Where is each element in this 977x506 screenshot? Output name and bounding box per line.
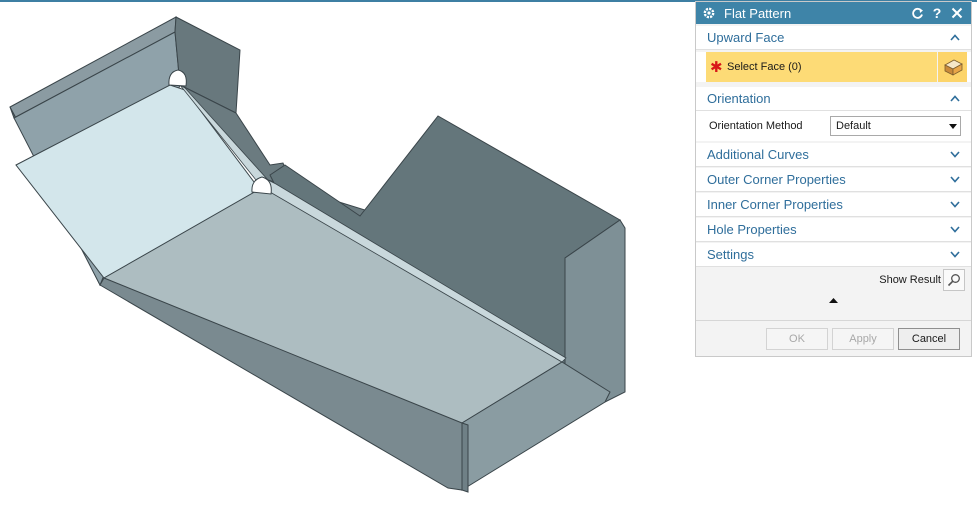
group-orientation-body: Orientation Method Default <box>696 111 971 141</box>
close-icon[interactable] <box>949 5 965 21</box>
graphics-viewport[interactable] <box>0 0 690 506</box>
triangle-up-icon <box>829 297 838 303</box>
group-additional-curves-header[interactable]: Additional Curves <box>696 143 971 167</box>
orientation-method-select[interactable]: Default <box>830 116 961 136</box>
select-face-label: Select Face (0) <box>727 61 802 73</box>
apply-button[interactable]: Apply <box>832 327 894 350</box>
sheet-metal-part-model[interactable] <box>0 0 690 506</box>
select-face-selector[interactable]: ✱ Select Face (0) <box>706 52 967 82</box>
orientation-method-label: Orientation Method <box>709 120 803 132</box>
group-upward-face-label: Upward Face <box>707 30 785 45</box>
group-inner-corner-properties-header[interactable]: Inner Corner Properties <box>696 193 971 217</box>
chevron-down-icon[interactable] <box>949 175 961 185</box>
reset-icon[interactable] <box>909 5 925 21</box>
face-select-icon[interactable] <box>937 52 967 82</box>
chevron-down-icon[interactable] <box>949 250 961 260</box>
dialog-collapse-toggle[interactable] <box>696 293 971 307</box>
group-outer-corner-properties-header[interactable]: Outer Corner Properties <box>696 168 971 192</box>
group-upward-face-header[interactable]: Upward Face <box>696 26 971 50</box>
dropdown-arrow-icon[interactable] <box>946 123 960 129</box>
group-hole-properties-header[interactable]: Hole Properties <box>696 218 971 242</box>
show-result-button[interactable] <box>943 269 965 291</box>
group-orientation-header[interactable]: Orientation <box>696 87 971 111</box>
group-additional-curves-label: Additional Curves <box>707 147 809 162</box>
group-upward-face-body: ✱ Select Face (0) <box>696 52 971 82</box>
group-settings-label: Settings <box>707 247 754 262</box>
group-orientation-label: Orientation <box>707 91 771 106</box>
chevron-down-icon[interactable] <box>949 200 961 210</box>
flat-pattern-dialog: Flat Pattern ? Upward Face ✱ Select Face… <box>695 1 972 357</box>
dialog-title: Flat Pattern <box>724 5 792 21</box>
orientation-method-row: Orientation Method Default <box>696 111 971 141</box>
required-asterisk-icon: ✱ <box>710 59 723 76</box>
dialog-footer: OK Apply Cancel <box>696 320 971 356</box>
show-result-label: Show Result <box>879 274 941 286</box>
cancel-button[interactable]: Cancel <box>898 327 960 350</box>
magnifier-icon <box>947 274 960 287</box>
chevron-down-icon[interactable] <box>949 225 961 235</box>
group-hole-properties-label: Hole Properties <box>707 222 797 237</box>
show-result-row: Show Result <box>696 267 971 293</box>
group-settings-header[interactable]: Settings <box>696 243 971 267</box>
group-outer-corner-properties-label: Outer Corner Properties <box>707 172 846 187</box>
ok-button[interactable]: OK <box>766 327 828 350</box>
dialog-titlebar[interactable]: Flat Pattern ? <box>696 2 971 24</box>
gear-icon[interactable] <box>702 6 716 20</box>
group-inner-corner-properties-label: Inner Corner Properties <box>707 197 843 212</box>
orientation-method-value: Default <box>836 120 871 132</box>
chevron-up-icon[interactable] <box>949 94 961 104</box>
chevron-up-icon[interactable] <box>949 33 961 43</box>
help-icon[interactable]: ? <box>929 5 945 21</box>
chevron-down-icon[interactable] <box>949 150 961 160</box>
